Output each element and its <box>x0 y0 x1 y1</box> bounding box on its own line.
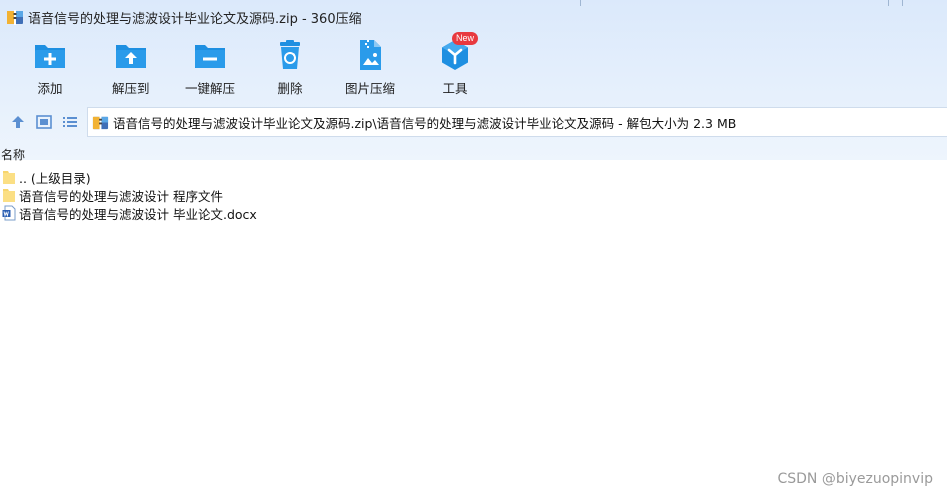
folder-icon <box>3 171 15 184</box>
window-divider <box>580 0 581 6</box>
add-folder-icon <box>35 45 65 68</box>
one-click-extract-label: 一键解压 <box>185 81 236 96</box>
one-click-extract-button[interactable]: 一键解压 <box>185 38 235 100</box>
list-item[interactable]: 语音信号的处理与滤波设计 毕业论文.docx <box>0 204 947 222</box>
thumbnail-view-icon[interactable] <box>35 113 53 131</box>
watermark: CSDN @biyezuopinvip <box>777 471 933 487</box>
delete-label: 删除 <box>277 81 303 96</box>
extract-to-button[interactable]: 解压到 <box>112 38 150 100</box>
title-bar: 语音信号的处理与滤波设计毕业论文及源码.zip - 360压缩 <box>0 0 947 34</box>
new-badge-text: New <box>456 33 475 43</box>
item-name: 语音信号的处理与滤波设计 毕业论文.docx <box>19 206 257 222</box>
image-compress-label: 图片压缩 <box>345 81 396 96</box>
window-divider <box>902 0 903 6</box>
zip-archive-icon <box>92 115 109 130</box>
word-document-icon <box>2 205 16 221</box>
address-path: 语音信号的处理与滤波设计毕业论文及源码.zip\语音信号的处理与滤波设计毕业论文… <box>113 115 737 131</box>
list-view-icon[interactable] <box>61 113 79 131</box>
image-compress-icon <box>360 40 381 70</box>
tools-button[interactable]: 工具 <box>438 38 472 100</box>
column-header-name[interactable]: 名称 <box>0 146 947 166</box>
one-click-extract-icon <box>195 45 225 68</box>
new-badge: New <box>452 32 479 45</box>
delete-button[interactable]: 删除 <box>273 38 307 100</box>
extract-to-icon <box>115 45 146 68</box>
up-arrow-icon[interactable] <box>9 113 27 131</box>
extract-to-label: 解压到 <box>112 81 150 96</box>
window-title: 语音信号的处理与滤波设计毕业论文及源码.zip - 360压缩 <box>28 11 362 27</box>
toolbar: 添加 解压到 一键解压 删除 图片压缩 工具 New <box>0 32 520 100</box>
list-item[interactable]: 语音信号的处理与滤波设计 程序文件 <box>0 186 947 204</box>
top-chrome: 语音信号的处理与滤波设计毕业论文及源码.zip - 360压缩 添加 解压到 一… <box>0 0 947 160</box>
window-divider <box>888 0 889 6</box>
trash-icon <box>280 40 300 69</box>
add-label: 添加 <box>37 81 63 96</box>
item-name: 语音信号的处理与滤波设计 程序文件 <box>19 188 223 204</box>
image-compress-button[interactable]: 图片压缩 <box>345 38 395 100</box>
archive-app-icon <box>7 10 23 25</box>
file-list: .. (上级目录) 语音信号的处理与滤波设计 程序文件 语音信号的处理与滤波设计… <box>0 168 947 222</box>
column-name-label: 名称 <box>1 148 26 162</box>
tools-label: 工具 <box>442 81 468 96</box>
list-item[interactable]: .. (上级目录) <box>0 168 947 186</box>
address-bar[interactable]: 语音信号的处理与滤波设计毕业论文及源码.zip\语音信号的处理与滤波设计毕业论文… <box>87 107 947 137</box>
item-name: .. (上级目录) <box>19 170 91 186</box>
address-row: 语音信号的处理与滤波设计毕业论文及源码.zip\语音信号的处理与滤波设计毕业论文… <box>0 106 947 138</box>
add-button[interactable]: 添加 <box>33 38 67 100</box>
folder-icon <box>3 189 15 202</box>
